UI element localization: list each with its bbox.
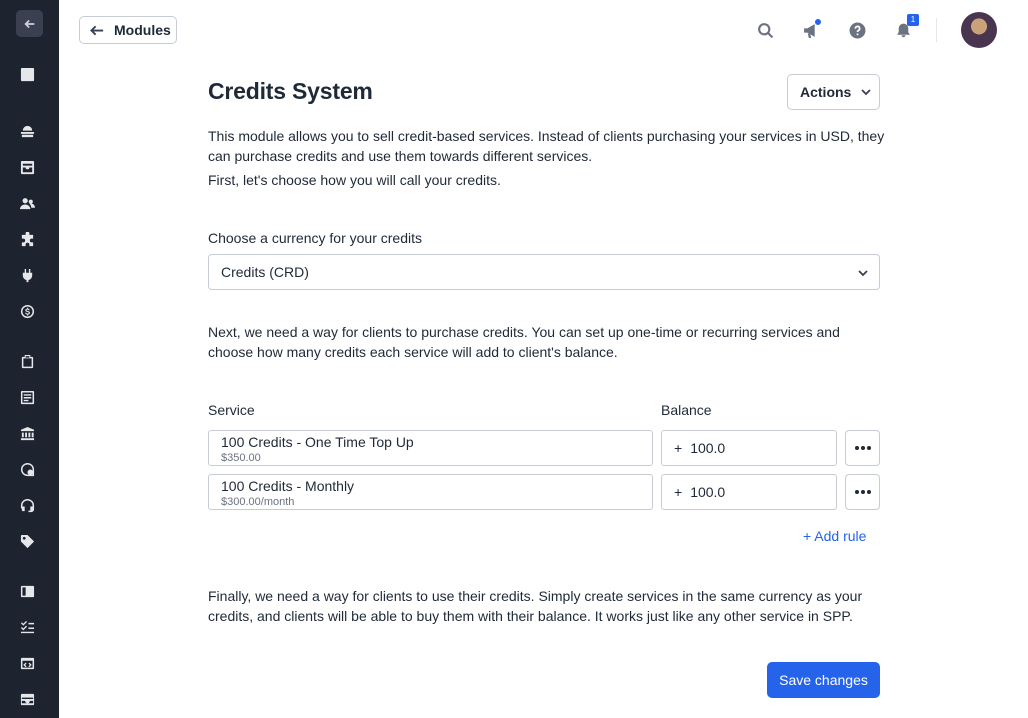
search-icon[interactable] [755,20,775,40]
modules-back-button[interactable]: Modules [79,16,177,44]
clipboard-icon[interactable] [17,351,37,371]
dashboard-icon[interactable] [17,121,37,141]
service-select[interactable]: 100 Credits - One Time Top Up $350.00 [208,430,653,466]
inbox-icon[interactable] [17,157,37,177]
balance-column-header: Balance [661,402,712,418]
topbar-divider [936,18,937,42]
plug-icon[interactable] [17,265,37,285]
avatar[interactable] [961,12,997,48]
building-icon[interactable] [17,423,37,443]
sidebar [0,0,59,718]
arrow-left-icon [23,19,34,28]
balance-input[interactable]: + 100.0 [661,430,837,466]
currency-select[interactable]: Credits (CRD) [208,254,880,290]
balance-prefix: + [674,440,683,456]
currency-select-value: Credits (CRD) [221,264,309,280]
more-horizontal-icon [854,490,871,494]
service-name: 100 Credits - Monthly [221,478,355,494]
add-rule-link[interactable]: + Add rule [803,528,866,544]
announcements-badge [814,18,822,26]
arrow-left-icon [90,25,104,35]
service-price: $350.00 [221,452,261,464]
tag-icon[interactable] [17,531,37,551]
service-name: 100 Credits - One Time Top Up [221,434,414,450]
announcements-icon[interactable] [801,18,822,40]
modules-icon[interactable] [17,229,37,249]
currency-label: Choose a currency for your credits [208,230,422,246]
code-icon[interactable] [17,653,37,673]
purchase-instructions: Next, we need a way for clients to purch… [208,324,840,360]
actions-label: Actions [800,84,852,100]
intro-text: This module allows you to sell credit-ba… [208,128,885,164]
usage-instructions: Finally, we need a way for clients to us… [208,588,863,624]
service-price: $300.00/month [221,496,295,508]
notifications-count-badge: 1 [907,14,919,26]
balance-input[interactable]: + 100.0 [661,474,837,510]
tasks-icon[interactable] [17,617,37,637]
more-horizontal-icon [854,446,871,450]
clients-icon[interactable] [17,193,37,213]
service-select[interactable]: 100 Credits - Monthly $300.00/month [208,474,653,510]
service-column-header: Service [208,402,255,418]
balance-value: 100.0 [690,484,726,500]
balance-prefix: + [674,484,683,500]
page-title: Credits System [208,78,373,104]
intro-subtext: First, let's choose how you will call yo… [208,172,501,188]
chevron-down-icon [861,89,871,96]
invoice-icon[interactable] [17,387,37,407]
chat-icon[interactable] [17,459,37,479]
sidebar-back-button[interactable] [16,10,43,37]
save-changes-button[interactable]: Save changes [767,662,880,698]
rule-more-button[interactable] [845,474,880,510]
collapse-icon[interactable] [17,64,37,84]
actions-button[interactable]: Actions [787,74,880,110]
balance-value: 100.0 [690,440,726,456]
notifications-icon[interactable]: 1 [893,14,919,40]
layout-icon[interactable] [17,581,37,601]
mail-icon[interactable] [17,689,37,709]
rule-more-button[interactable] [845,430,880,466]
help-icon[interactable] [847,20,867,40]
billing-icon[interactable] [17,301,37,321]
chevron-down-icon [858,270,868,277]
modules-back-label: Modules [114,22,171,38]
support-icon[interactable] [17,495,37,515]
